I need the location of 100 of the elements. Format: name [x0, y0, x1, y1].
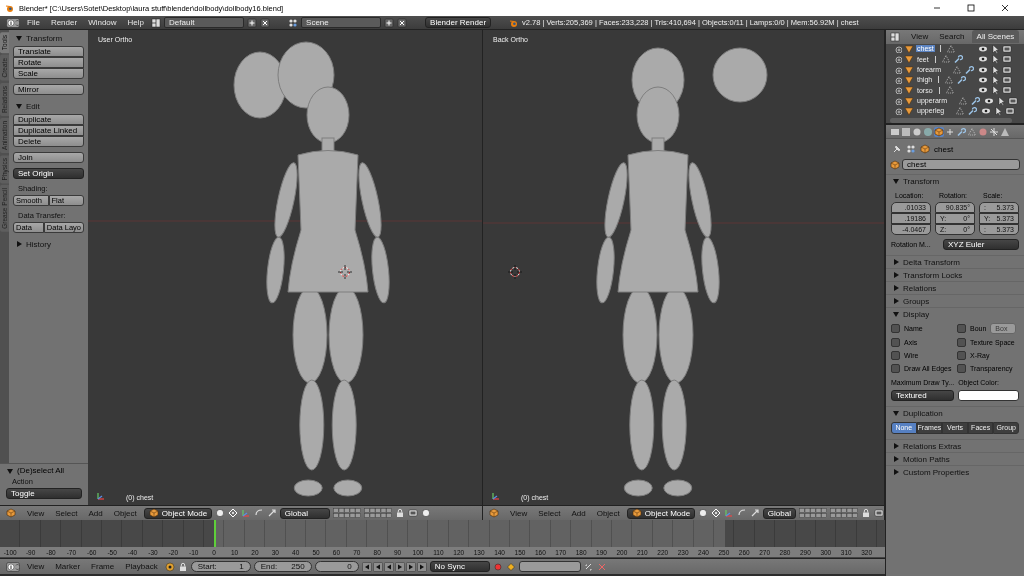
cursor-icon[interactable]	[990, 74, 1000, 85]
tool-button[interactable]: Translate	[13, 46, 84, 57]
tool-button[interactable]: Rotate	[13, 57, 84, 68]
editor-type-icon[interactable]	[6, 561, 20, 572]
expand-icon[interactable]	[894, 44, 902, 53]
play-icon[interactable]	[394, 561, 405, 572]
disclosure-triangle-icon[interactable]	[892, 468, 900, 476]
layers-grid-icon[interactable]	[332, 508, 361, 518]
checkbox[interactable]	[891, 338, 900, 347]
panel-title[interactable]: Edit	[26, 101, 40, 111]
expand-icon[interactable]	[894, 106, 902, 115]
camera-icon[interactable]	[407, 508, 418, 518]
cursor-icon[interactable]	[990, 54, 1000, 65]
remove-icon[interactable]	[260, 17, 271, 28]
tool-button[interactable]: Duplicate	[13, 114, 84, 125]
panel-title[interactable]: Custom Properties	[903, 467, 970, 477]
panel-title[interactable]: History	[26, 239, 51, 249]
orientation-dropdown[interactable]: Global	[279, 507, 330, 519]
lock-icon[interactable]	[394, 508, 405, 518]
camera-icon[interactable]	[1002, 64, 1013, 75]
pivot-point-icon[interactable]	[710, 508, 721, 518]
panel-title[interactable]: Transform Locks	[903, 270, 963, 280]
screen-layout-icon[interactable]	[151, 17, 162, 28]
properties-tab[interactable]	[912, 126, 922, 137]
checkbox[interactable]	[957, 338, 966, 347]
camera-icon[interactable]	[1002, 54, 1012, 65]
scene-field[interactable]: Scene	[301, 17, 382, 28]
editor-type-icon[interactable]	[6, 17, 20, 28]
panel-title[interactable]: Relations Extras	[903, 441, 962, 451]
scale-icon[interactable]	[266, 508, 277, 518]
render-engine-dropdown[interactable]: Blender Render	[425, 17, 492, 28]
menu-item[interactable]: View	[506, 508, 532, 518]
checkbox[interactable]	[957, 351, 966, 360]
panel-title[interactable]: (De)select All	[17, 466, 65, 475]
jump-start-icon[interactable]	[361, 561, 372, 572]
play-reverse-icon[interactable]	[383, 561, 394, 572]
keying-set-icon[interactable]	[505, 561, 516, 572]
menu-item[interactable]: Add	[84, 508, 107, 518]
tool-button[interactable]: Join	[13, 152, 84, 163]
disclosure-triangle-icon[interactable]	[892, 455, 900, 463]
layout-field[interactable]: Default	[164, 17, 245, 28]
current-frame-field[interactable]: 0	[314, 561, 359, 572]
add-icon[interactable]	[384, 17, 395, 28]
cursor-icon[interactable]	[990, 85, 1000, 96]
object-name-field[interactable]: chest	[902, 159, 1020, 170]
expand-icon[interactable]	[894, 55, 902, 64]
mode-dropdown[interactable]: Object Mode	[626, 507, 695, 519]
orientation-dropdown[interactable]: Global	[762, 507, 796, 519]
menu-item[interactable]: View	[907, 32, 933, 42]
panel-title[interactable]: Transform	[903, 176, 940, 186]
scene-icon[interactable]	[288, 17, 299, 28]
rotate-icon[interactable]	[736, 508, 747, 518]
rotate-icon[interactable]	[253, 508, 264, 518]
previous-key-icon[interactable]	[372, 561, 383, 572]
checkbox[interactable]	[891, 364, 900, 373]
start-frame-field[interactable]: Start: 1	[190, 561, 251, 572]
expand-icon[interactable]	[894, 96, 902, 105]
record-icon[interactable]	[492, 561, 503, 572]
properties-tab[interactable]	[945, 126, 955, 137]
lock-icon[interactable]	[860, 508, 871, 518]
menu-item[interactable]: Add	[567, 508, 590, 518]
close-icon[interactable]	[1000, 3, 1010, 13]
camera-icon[interactable]	[1002, 85, 1012, 96]
mode-dropdown[interactable]: Object Mode	[143, 507, 212, 519]
menu-item[interactable]: Search	[935, 32, 969, 42]
camera-icon[interactable]	[1005, 105, 1016, 116]
cursor-icon[interactable]	[993, 105, 1004, 116]
menu-item[interactable]: View	[23, 508, 49, 518]
sphere-icon[interactable]	[420, 508, 431, 518]
keying-set-field[interactable]	[518, 561, 581, 572]
disclosure-triangle-icon[interactable]	[15, 34, 23, 42]
keyframe-icon[interactable]	[164, 561, 175, 572]
sync-dropdown[interactable]: No Sync	[429, 561, 490, 572]
scale-icon[interactable]	[749, 508, 760, 518]
properties-tab[interactable]	[1000, 126, 1010, 137]
layers-grid-icon[interactable]	[798, 508, 827, 518]
menu-item[interactable]: View	[23, 562, 49, 571]
camera-icon[interactable]	[1002, 43, 1012, 54]
checkbox[interactable]	[891, 324, 900, 333]
menu-item[interactable]: Render	[46, 18, 82, 27]
menu-item[interactable]: Object	[592, 508, 624, 518]
panel-title[interactable]: Delta Transform	[903, 257, 960, 267]
camera-icon[interactable]	[1002, 74, 1012, 85]
menu-item[interactable]: Select	[51, 508, 82, 518]
action-dropdown[interactable]: Toggle	[6, 488, 82, 499]
properties-tab[interactable]	[923, 126, 933, 137]
disclosure-triangle-icon[interactable]	[892, 177, 900, 185]
disclosure-triangle-icon[interactable]	[892, 442, 900, 450]
camera-icon[interactable]	[873, 508, 884, 518]
3d-cursor-icon[interactable]	[337, 264, 353, 280]
jump-end-icon[interactable]	[416, 561, 427, 572]
disclosure-triangle-icon[interactable]	[892, 310, 900, 318]
disclosure-triangle-icon[interactable]	[892, 258, 900, 266]
panel-title[interactable]: Groups	[903, 296, 930, 306]
cursor-icon[interactable]	[995, 95, 1006, 106]
menu-item[interactable]: Frame	[87, 562, 119, 571]
disclosure-triangle-icon[interactable]	[892, 271, 900, 279]
menu-item[interactable]: File	[23, 18, 44, 27]
menu-item[interactable]: Select	[534, 508, 565, 518]
rotation-mode-dropdown[interactable]: XYZ Euler	[943, 239, 1019, 250]
